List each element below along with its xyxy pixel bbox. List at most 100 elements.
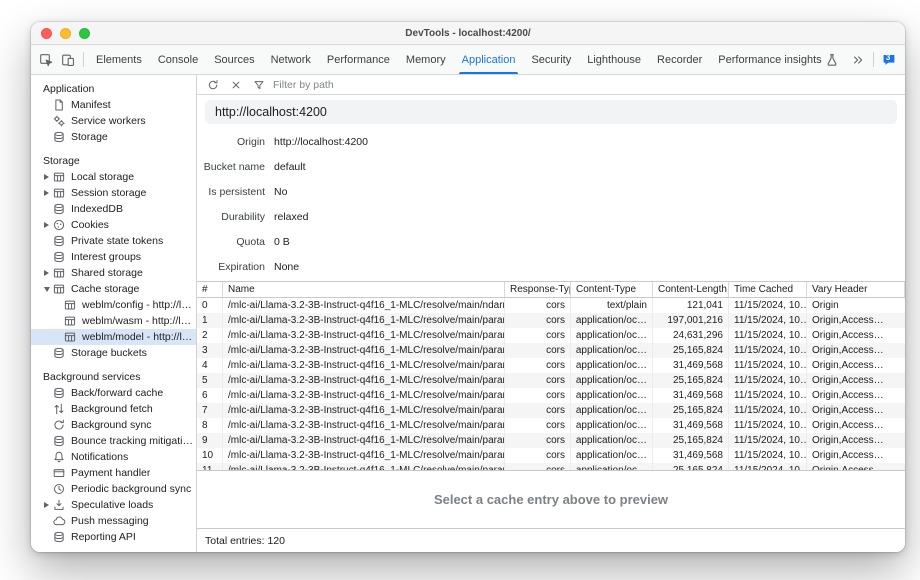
column-header-name[interactable]: Name — [223, 282, 505, 297]
device-toolbar-button[interactable] — [57, 49, 79, 71]
table-cell: 31,469,568 — [653, 358, 729, 373]
window-minimize-button[interactable] — [60, 28, 71, 39]
meta-label: Origin — [197, 136, 265, 148]
table-row[interactable]: 11/mlc-ai/Llama-3.2-3B-Instruct-q4f16_1-… — [197, 463, 905, 470]
tree-arrow-collapsed-icon[interactable] — [41, 502, 52, 508]
sidebar-item-storage[interactable]: Storage — [31, 129, 196, 145]
tab-sources[interactable]: Sources — [206, 45, 262, 74]
chevrons-right-icon — [851, 53, 865, 67]
column-header-response-type[interactable]: Response-Type — [505, 282, 571, 297]
tab-memory[interactable]: Memory — [398, 45, 454, 74]
sidebar-item-cache-storage[interactable]: Cache storage — [31, 281, 196, 297]
refresh-button[interactable] — [203, 76, 222, 94]
column-header-vary-header[interactable]: Vary Header — [807, 282, 905, 297]
sidebar-item-label: weblm/model - http://loc… — [82, 331, 196, 343]
tree-arrow-expanded-icon[interactable] — [41, 287, 52, 292]
database-icon — [52, 386, 66, 400]
table-row[interactable]: 4/mlc-ai/Llama-3.2-3B-Instruct-q4f16_1-M… — [197, 358, 905, 373]
tree-arrow-collapsed-icon[interactable] — [41, 222, 52, 228]
window-close-button[interactable] — [41, 28, 52, 39]
tab-performance[interactable]: Performance — [319, 45, 398, 74]
sidebar-item-background-fetch[interactable]: Background fetch — [31, 401, 196, 417]
cache-toolbar: Filter by path — [197, 75, 905, 95]
sidebar-item-push-messaging[interactable]: Push messaging — [31, 513, 196, 529]
sidebar-item-weblm-config-http-loc[interactable]: weblm/config - http://loc… — [31, 297, 196, 313]
tab-console[interactable]: Console — [150, 45, 206, 74]
table-icon — [52, 282, 66, 296]
table-cell: application/oc… — [571, 388, 653, 403]
filter-by-path-input[interactable]: Filter by path — [273, 79, 334, 91]
sidebar-item-weblm-model-http-loc[interactable]: weblm/model - http://loc… — [31, 329, 196, 345]
sidebar-item-label: IndexedDB — [71, 203, 123, 215]
table-cell: cors — [505, 433, 571, 448]
table-row[interactable]: 6/mlc-ai/Llama-3.2-3B-Instruct-q4f16_1-M… — [197, 388, 905, 403]
table-cell: cors — [505, 298, 571, 313]
sidebar-section-application: Application — [31, 81, 196, 97]
tab-lighthouse[interactable]: Lighthouse — [579, 45, 649, 74]
delete-selected-button[interactable] — [226, 76, 245, 94]
issues-counter-button[interactable]: 3 — [878, 49, 900, 71]
column-header-index[interactable]: # — [197, 282, 223, 297]
table-cell: cors — [505, 328, 571, 343]
table-row[interactable]: 5/mlc-ai/Llama-3.2-3B-Instruct-q4f16_1-M… — [197, 373, 905, 388]
sidebar-item-private-state-tokens[interactable]: Private state tokens — [31, 233, 196, 249]
sidebar-item-storage-buckets[interactable]: Storage buckets — [31, 345, 196, 361]
sidebar-item-bounce-tracking-mitigations[interactable]: Bounce tracking mitigations — [31, 433, 196, 449]
sidebar-item-notifications[interactable]: Notifications — [31, 449, 196, 465]
more-tabs-button[interactable] — [847, 49, 869, 71]
sidebar-item-shared-storage[interactable]: Shared storage — [31, 265, 196, 281]
sidebar-item-reporting-api[interactable]: Reporting API — [31, 529, 196, 545]
column-header-content-type[interactable]: Content-Type — [571, 282, 653, 297]
sidebar-item-speculative-loads[interactable]: Speculative loads — [31, 497, 196, 513]
tab-performance-insights[interactable]: Performance insights — [710, 45, 846, 74]
table-cell: /mlc-ai/Llama-3.2-3B-Instruct-q4f16_1-ML… — [223, 298, 505, 313]
table-row[interactable]: 7/mlc-ai/Llama-3.2-3B-Instruct-q4f16_1-M… — [197, 403, 905, 418]
sidebar-item-label: weblm/wasm - http://loca… — [82, 315, 196, 327]
settings-button[interactable] — [900, 49, 905, 71]
table-cell: 7 — [197, 403, 223, 418]
sidebar-item-periodic-background-sync[interactable]: Periodic background sync — [31, 481, 196, 497]
table-row[interactable]: 0/mlc-ai/Llama-3.2-3B-Instruct-q4f16_1-M… — [197, 298, 905, 313]
tab-recorder[interactable]: Recorder — [649, 45, 710, 74]
table-row[interactable]: 8/mlc-ai/Llama-3.2-3B-Instruct-q4f16_1-M… — [197, 418, 905, 433]
column-header-content-length[interactable]: Content-Length — [653, 282, 729, 297]
table-cell: application/oc… — [571, 313, 653, 328]
sidebar-item-manifest[interactable]: Manifest — [31, 97, 196, 113]
table-icon — [63, 314, 77, 328]
table-cell: cors — [505, 463, 571, 470]
sidebar-item-session-storage[interactable]: Session storage — [31, 185, 196, 201]
sidebar-item-indexeddb[interactable]: IndexedDB — [31, 201, 196, 217]
window-zoom-button[interactable] — [79, 28, 90, 39]
table-row[interactable]: 3/mlc-ai/Llama-3.2-3B-Instruct-q4f16_1-M… — [197, 343, 905, 358]
download-tray-icon — [52, 498, 66, 512]
sidebar-item-local-storage[interactable]: Local storage — [31, 169, 196, 185]
sidebar-item-back-forward-cache[interactable]: Back/forward cache — [31, 385, 196, 401]
table-row[interactable]: 2/mlc-ai/Llama-3.2-3B-Instruct-q4f16_1-M… — [197, 328, 905, 343]
sidebar-item-weblm-wasm-http-loca[interactable]: weblm/wasm - http://loca… — [31, 313, 196, 329]
tree-arrow-collapsed-icon[interactable] — [41, 190, 52, 196]
device-toolbar-icon — [61, 53, 75, 67]
tab-application[interactable]: Application — [454, 45, 524, 74]
table-row[interactable]: 10/mlc-ai/Llama-3.2-3B-Instruct-q4f16_1-… — [197, 448, 905, 463]
window-title: DevTools - localhost:4200/ — [31, 28, 905, 39]
cloud-icon — [52, 514, 66, 528]
inspect-element-button[interactable] — [35, 49, 57, 71]
table-row[interactable]: 1/mlc-ai/Llama-3.2-3B-Instruct-q4f16_1-M… — [197, 313, 905, 328]
sidebar-item-cookies[interactable]: Cookies — [31, 217, 196, 233]
table-cell: 11/15/2024, 10… — [729, 358, 807, 373]
column-header-time-cached[interactable]: Time Cached — [729, 282, 807, 297]
tab-elements[interactable]: Elements — [88, 45, 150, 74]
tab-security[interactable]: Security — [523, 45, 579, 74]
sidebar-item-payment-handler[interactable]: Payment handler — [31, 465, 196, 481]
sidebar-item-service-workers[interactable]: Service workers — [31, 113, 196, 129]
sidebar-item-label: Cookies — [71, 219, 109, 231]
meta-value: default — [274, 161, 306, 173]
tree-arrow-collapsed-icon[interactable] — [41, 174, 52, 180]
sidebar-item-background-sync[interactable]: Background sync — [31, 417, 196, 433]
table-cell: cors — [505, 313, 571, 328]
table-row[interactable]: 9/mlc-ai/Llama-3.2-3B-Instruct-q4f16_1-M… — [197, 433, 905, 448]
sidebar-item-interest-groups[interactable]: Interest groups — [31, 249, 196, 265]
tab-network[interactable]: Network — [263, 45, 319, 74]
table-icon — [63, 330, 77, 344]
tree-arrow-collapsed-icon[interactable] — [41, 270, 52, 276]
